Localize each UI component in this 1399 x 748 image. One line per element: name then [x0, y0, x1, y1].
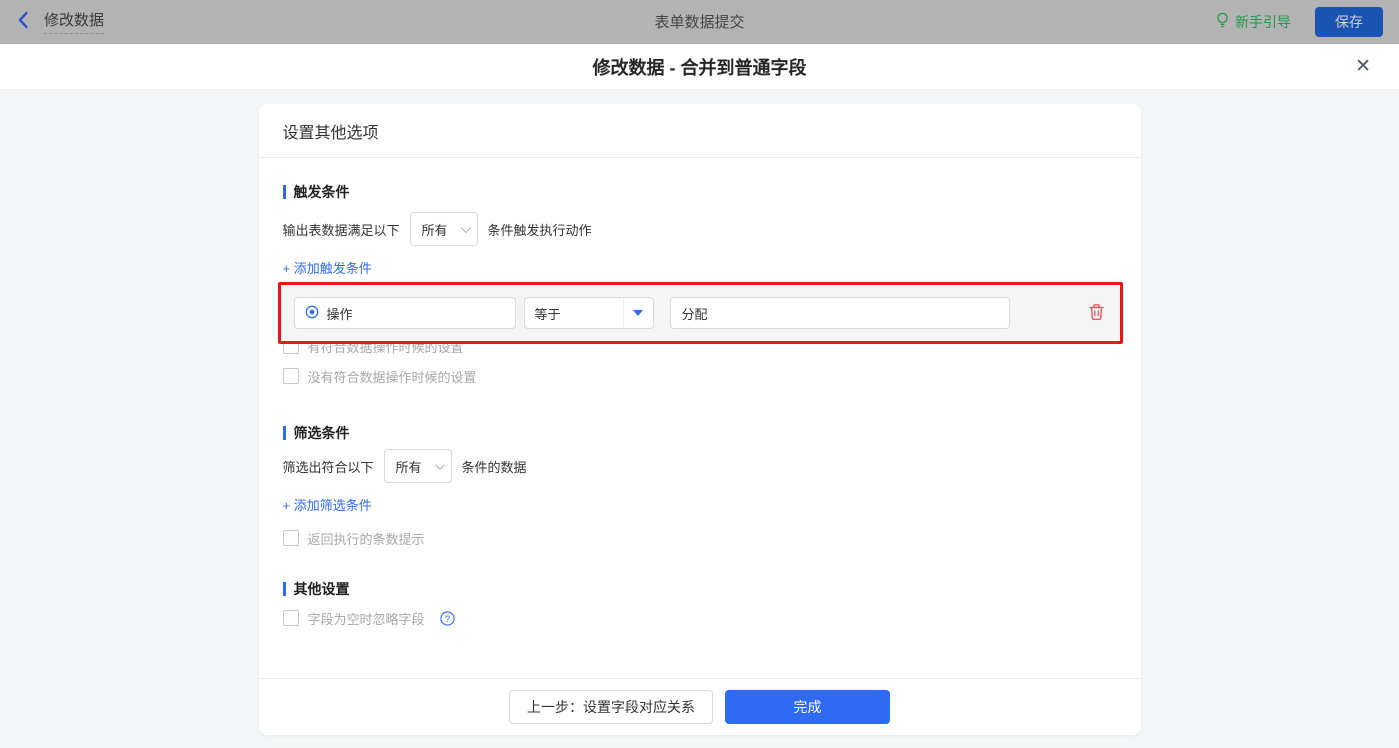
- add-filter-condition-link[interactable]: + 添加筛选条件: [283, 495, 372, 513]
- checkbox-row-ignore-empty: 字段为空时忽略字段 ?: [283, 607, 1117, 629]
- section-filter-title: 筛选条件: [283, 423, 1117, 443]
- triangle-down-icon: [633, 310, 643, 316]
- dropdown-arrow-zone: [623, 298, 653, 328]
- section-other-title: 其他设置: [283, 579, 1117, 599]
- svg-text:?: ?: [444, 613, 449, 624]
- back-chevron-icon: [16, 10, 30, 33]
- help-question-icon[interactable]: ?: [440, 611, 455, 626]
- section-bar: [283, 582, 286, 596]
- filter-sentence: 筛选出符合以下 所有 条件的数据: [283, 449, 1117, 483]
- checkbox-count-tip-label[interactable]: 返回执行的条数提示: [308, 529, 425, 548]
- section-bar: [283, 426, 286, 440]
- checkbox-no-match-label[interactable]: 没有符合数据操作时候的设置: [308, 367, 477, 386]
- condition-value-input[interactable]: 分配: [670, 297, 1010, 329]
- back-button[interactable]: [16, 10, 30, 33]
- topbar: 修改数据 表单数据提交 新手引导 保存: [0, 0, 1399, 44]
- newbie-guide-label: 新手引导: [1235, 12, 1291, 32]
- done-button[interactable]: 完成: [725, 690, 890, 724]
- card-header-title: 设置其他选项: [283, 119, 379, 143]
- trigger-sentence-prefix: 输出表数据满足以下: [283, 220, 400, 239]
- checkbox-row-no-match: 没有符合数据操作时候的设置: [283, 365, 1117, 387]
- filter-sentence-suffix: 条件的数据: [462, 457, 527, 476]
- radio-field-icon: [305, 305, 319, 322]
- section-trigger-title: 触发条件: [283, 182, 1117, 202]
- dialog-header: 修改数据 - 合并到普通字段 ✕: [0, 44, 1399, 90]
- trigger-sentence: 输出表数据满足以下 所有 条件触发执行动作: [283, 212, 1117, 246]
- options-card: 设置其他选项 触发条件 输出表数据满足以下 所有 条件触发执行动作 + 添加触发…: [259, 104, 1141, 735]
- annotation-highlight-box: 操作 等于 分配: [278, 282, 1123, 344]
- trigger-condition-row: 操作 等于 分配: [281, 285, 1120, 341]
- checkbox-ignore-empty[interactable]: [283, 610, 299, 626]
- dialog-body: 设置其他选项 触发条件 输出表数据满足以下 所有 条件触发执行动作 + 添加触发…: [0, 90, 1399, 748]
- previous-step-button[interactable]: 上一步：设置字段对应关系: [509, 690, 713, 724]
- checkbox-ignore-empty-label[interactable]: 字段为空时忽略字段: [308, 609, 425, 628]
- chevron-down-icon: [434, 460, 444, 470]
- card-header: 设置其他选项: [259, 104, 1141, 158]
- filter-match-select[interactable]: 所有: [384, 449, 452, 483]
- delete-condition-button[interactable]: [1088, 303, 1105, 324]
- dialog-title: 修改数据 - 合并到普通字段: [593, 54, 807, 80]
- condition-field-value: 操作: [327, 304, 353, 323]
- close-icon[interactable]: ✕: [1355, 56, 1371, 78]
- lightbulb-icon: [1215, 12, 1230, 32]
- flow-name[interactable]: 修改数据: [44, 9, 104, 34]
- trash-icon: [1088, 303, 1105, 324]
- condition-operator-value: 等于: [525, 304, 623, 323]
- checkbox-row-count-tip: 返回执行的条数提示: [283, 527, 1117, 549]
- save-button[interactable]: 保存: [1315, 7, 1383, 37]
- filter-sentence-prefix: 筛选出符合以下: [283, 457, 374, 476]
- add-trigger-condition-link[interactable]: + 添加触发条件: [283, 258, 372, 276]
- chevron-down-icon: [460, 223, 470, 233]
- checkbox-count-tip[interactable]: [283, 530, 299, 546]
- page-title: 表单数据提交: [0, 11, 1399, 32]
- section-bar: [283, 185, 286, 199]
- newbie-guide-link[interactable]: 新手引导: [1215, 12, 1291, 32]
- checkbox-no-match-settings[interactable]: [283, 368, 299, 384]
- card-footer: 上一步：设置字段对应关系 完成: [259, 678, 1141, 735]
- condition-field-select[interactable]: 操作: [294, 297, 516, 329]
- trigger-match-select[interactable]: 所有: [410, 212, 478, 246]
- condition-operator-select[interactable]: 等于: [524, 297, 654, 329]
- trigger-sentence-suffix: 条件触发执行动作: [488, 220, 592, 239]
